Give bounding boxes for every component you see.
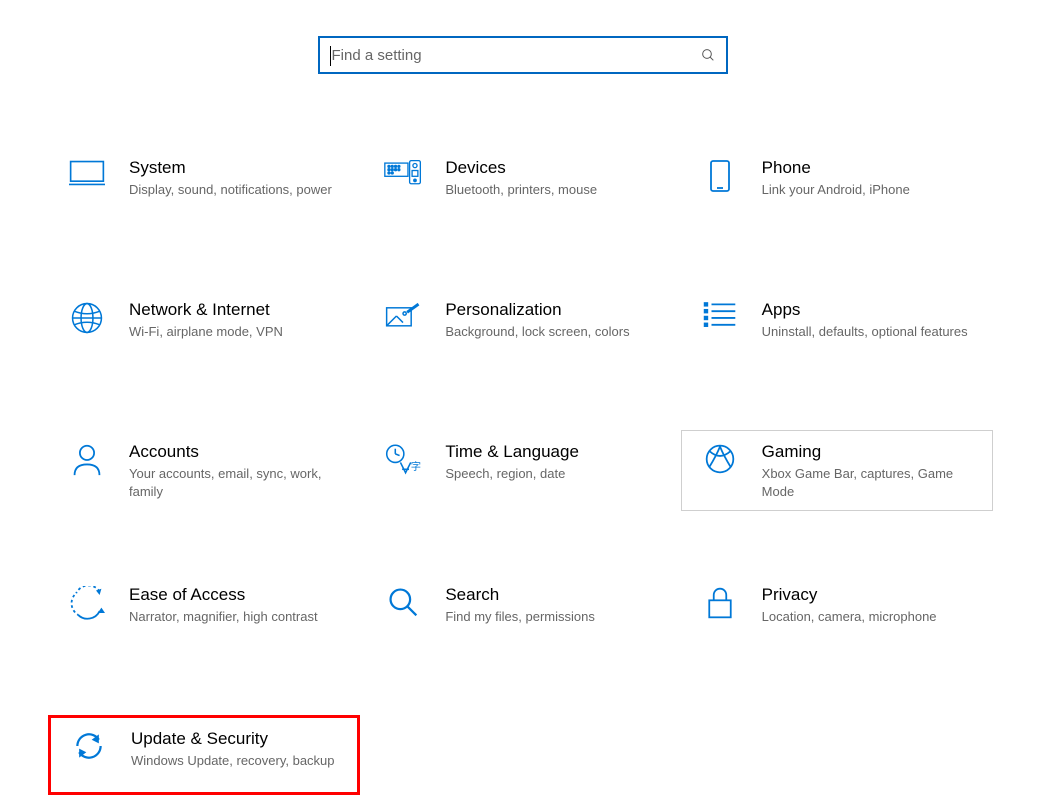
search-box[interactable] — [318, 36, 728, 74]
tile-desc: Bluetooth, printers, mouse — [445, 181, 661, 199]
tile-title: System — [129, 157, 345, 179]
tile-desc: Narrator, magnifier, high contrast — [129, 608, 345, 626]
devices-icon — [379, 157, 427, 187]
tile-text: Personalization Background, lock screen,… — [427, 299, 661, 341]
tile-time-language[interactable]: 字 Time & Language Speech, region, date — [364, 430, 676, 511]
time-language-icon: 字 — [379, 441, 427, 475]
tile-personalization[interactable]: Personalization Background, lock screen,… — [364, 288, 676, 368]
tile-title: Personalization — [445, 299, 661, 321]
tile-search[interactable]: Search Find my files, permissions — [364, 573, 676, 653]
settings-home: System Display, sound, notifications, po… — [0, 0, 1045, 795]
search-area — [0, 36, 1045, 74]
personalization-icon — [379, 299, 427, 331]
tile-accounts[interactable]: Accounts Your accounts, email, sync, wor… — [48, 430, 360, 511]
tile-apps[interactable]: Apps Uninstall, defaults, optional featu… — [681, 288, 993, 368]
tile-text: Apps Uninstall, defaults, optional featu… — [744, 299, 978, 341]
tile-gaming[interactable]: Gaming Xbox Game Bar, captures, Game Mod… — [681, 430, 993, 511]
tile-desc: Background, lock screen, colors — [445, 323, 661, 341]
tile-text: Time & Language Speech, region, date — [427, 441, 661, 483]
tile-title: Devices — [445, 157, 661, 179]
phone-icon — [696, 157, 744, 193]
tile-title: Accounts — [129, 441, 345, 463]
tile-desc: Wi-Fi, airplane mode, VPN — [129, 323, 345, 341]
search-tile-icon — [379, 584, 427, 618]
tile-title: Network & Internet — [129, 299, 345, 321]
tile-title: Privacy — [762, 584, 978, 606]
tile-text: Network & Internet Wi-Fi, airplane mode,… — [111, 299, 345, 341]
tile-text: System Display, sound, notifications, po… — [111, 157, 345, 199]
tile-desc: Uninstall, defaults, optional features — [762, 323, 978, 341]
tile-text: Search Find my files, permissions — [427, 584, 661, 626]
system-icon — [63, 157, 111, 187]
tile-system[interactable]: System Display, sound, notifications, po… — [48, 146, 360, 226]
apps-icon — [696, 299, 744, 329]
tile-desc: Display, sound, notifications, power — [129, 181, 345, 199]
tile-title: Search — [445, 584, 661, 606]
svg-text:字: 字 — [411, 460, 421, 473]
tile-devices[interactable]: Devices Bluetooth, printers, mouse — [364, 146, 676, 226]
tile-desc: Xbox Game Bar, captures, Game Mode — [762, 465, 978, 500]
settings-grid: System Display, sound, notifications, po… — [0, 146, 1045, 795]
tile-title: Gaming — [762, 441, 978, 463]
tile-desc: Windows Update, recovery, backup — [131, 752, 343, 770]
tile-desc: Link your Android, iPhone — [762, 181, 978, 199]
tile-phone[interactable]: Phone Link your Android, iPhone — [681, 146, 993, 226]
tile-text: Ease of Access Narrator, magnifier, high… — [111, 584, 345, 626]
tile-title: Phone — [762, 157, 978, 179]
gaming-icon — [696, 441, 744, 475]
network-icon — [63, 299, 111, 335]
update-security-icon — [65, 728, 113, 762]
tile-update-security[interactable]: Update & Security Windows Update, recove… — [48, 715, 360, 795]
tile-text: Phone Link your Android, iPhone — [744, 157, 978, 199]
tile-title: Ease of Access — [129, 584, 345, 606]
text-cursor — [330, 46, 331, 66]
tile-privacy[interactable]: Privacy Location, camera, microphone — [681, 573, 993, 653]
tile-text: Update & Security Windows Update, recove… — [113, 728, 343, 770]
tile-desc: Find my files, permissions — [445, 608, 661, 626]
tile-desc: Speech, region, date — [445, 465, 661, 483]
tile-title: Apps — [762, 299, 978, 321]
tile-text: Devices Bluetooth, printers, mouse — [427, 157, 661, 199]
tile-title: Time & Language — [445, 441, 661, 463]
accounts-icon — [63, 441, 111, 477]
tile-network[interactable]: Network & Internet Wi-Fi, airplane mode,… — [48, 288, 360, 368]
tile-ease-of-access[interactable]: Ease of Access Narrator, magnifier, high… — [48, 573, 360, 653]
tile-text: Accounts Your accounts, email, sync, wor… — [111, 441, 345, 500]
privacy-icon — [696, 584, 744, 620]
tile-title: Update & Security — [131, 728, 343, 750]
ease-of-access-icon — [63, 584, 111, 622]
search-input[interactable] — [330, 46, 700, 65]
tile-desc: Your accounts, email, sync, work, family — [129, 465, 345, 500]
search-icon — [700, 47, 716, 63]
tile-text: Gaming Xbox Game Bar, captures, Game Mod… — [744, 441, 978, 500]
tile-desc: Location, camera, microphone — [762, 608, 978, 626]
tile-text: Privacy Location, camera, microphone — [744, 584, 978, 626]
